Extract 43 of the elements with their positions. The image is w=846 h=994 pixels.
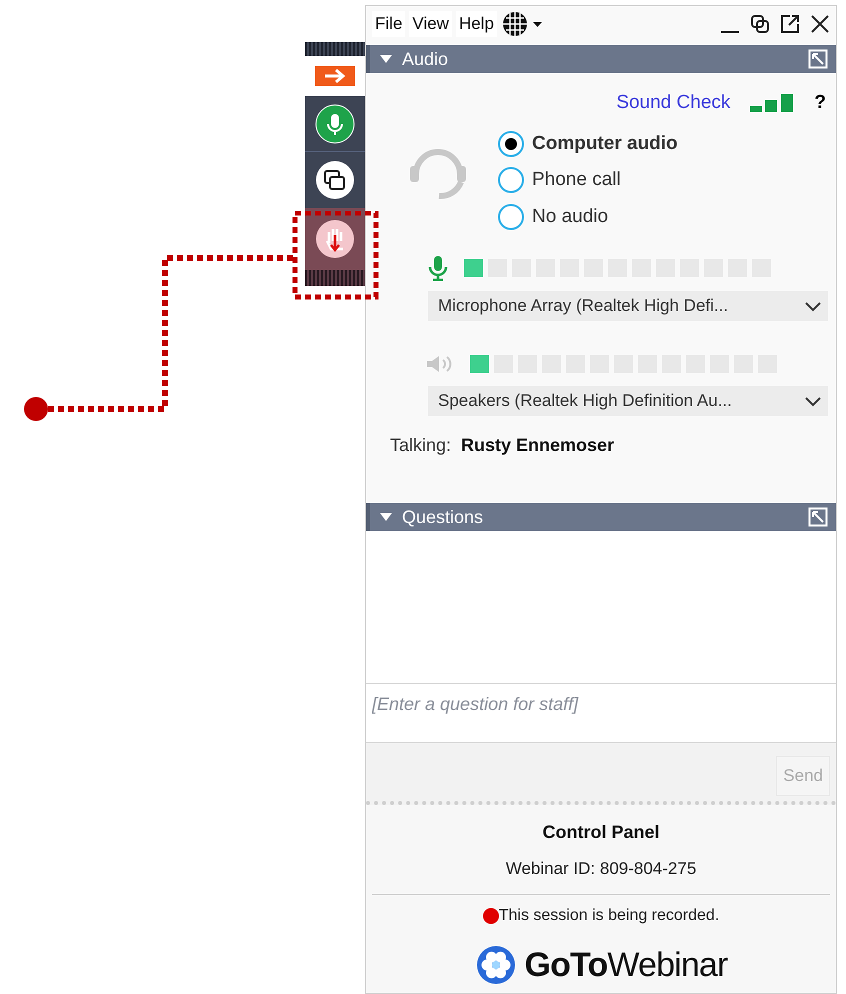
help-button[interactable]: ?: [814, 89, 826, 118]
popout-icon[interactable]: [780, 14, 800, 34]
product-logo: GoToWebinar: [524, 944, 728, 986]
drag-grip[interactable]: [305, 270, 365, 286]
radio-button[interactable]: [498, 167, 524, 194]
chevron-down-icon: [804, 395, 822, 407]
close-icon[interactable]: [810, 14, 830, 34]
menu-item[interactable]: File: [372, 11, 406, 37]
collapse-triangle-icon: [380, 513, 392, 521]
arrow-right-icon: [315, 66, 355, 86]
section-header[interactable]: Audio: [366, 45, 836, 73]
section-title: Audio: [402, 48, 448, 70]
raise-hand-button[interactable]: [305, 208, 365, 270]
flower-logo-icon: [474, 944, 517, 986]
microphone-icon: [315, 104, 355, 144]
question-field[interactable]: [Enter a question for staff]: [366, 684, 836, 743]
speaker-icon: [426, 354, 454, 374]
sound-check-link[interactable]: Sound Check: [616, 89, 730, 118]
audio-option[interactable]: Phone call: [498, 166, 678, 194]
device-dropdown[interactable]: Speakers (Realtek High Definition Au...: [428, 386, 828, 416]
radio-button[interactable]: [498, 204, 524, 230]
audio-option[interactable]: No audio: [498, 202, 678, 231]
hand-icon: [315, 219, 355, 259]
radio-button[interactable]: [498, 130, 524, 157]
overlapping-squares-icon[interactable]: [750, 14, 770, 34]
menu-item[interactable]: Help: [456, 11, 497, 37]
webinar-id: Webinar ID: 809-804-275: [506, 858, 696, 880]
panel-title: Control Panel: [542, 821, 660, 844]
globe-icon[interactable]: [500, 10, 545, 38]
collapse-triangle-icon: [380, 55, 392, 63]
windows-icon: [315, 160, 355, 200]
signal-bars-icon: [750, 94, 794, 112]
talking-label: Talking:: [390, 434, 452, 457]
device-dropdown[interactable]: Microphone Array (Realtek High Defi...: [428, 291, 828, 321]
talking-name: Rusty Ennemoser: [461, 434, 614, 457]
chevron-down-icon: [804, 300, 822, 312]
recording-notice: This session is being recorded.: [498, 906, 720, 926]
microphone-icon: [428, 255, 448, 281]
menu-item[interactable]: View: [409, 11, 452, 37]
section-title: Questions: [402, 506, 484, 528]
section-header[interactable]: Questions: [366, 503, 836, 531]
drag-grip[interactable]: [305, 42, 365, 56]
audio-option[interactable]: Computer audio: [498, 130, 678, 158]
